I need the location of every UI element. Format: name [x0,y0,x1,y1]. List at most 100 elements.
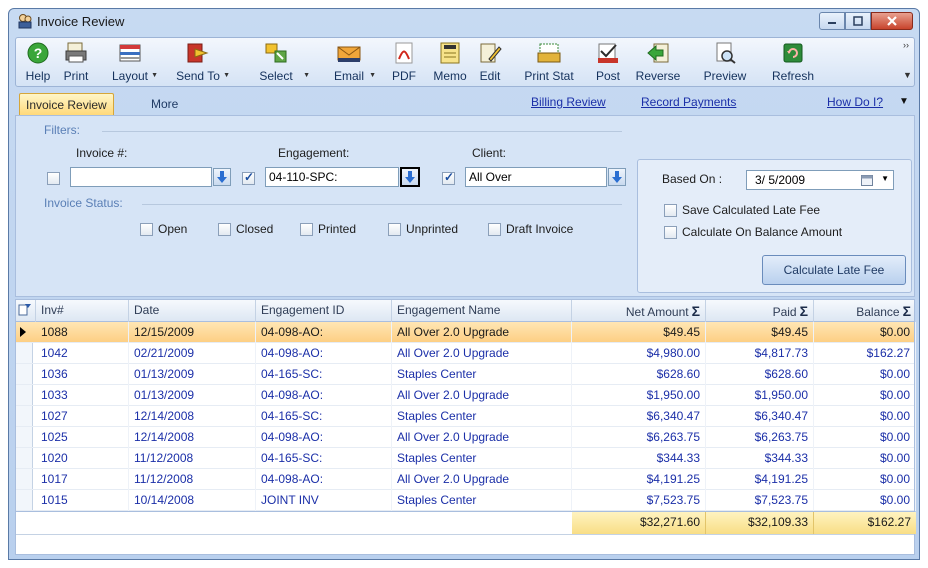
select-dropdown-icon[interactable]: ▼ [303,72,310,79]
email-button[interactable]: Email ▼ [322,40,376,86]
cell-engagement-id[interactable]: 04-098-AO: [256,322,392,343]
cell-net-amount[interactable]: $7,523.75 [572,490,706,511]
column-header-engagement-name[interactable]: Engagement Name [392,300,572,322]
calculate-late-fee-button[interactable]: Calculate Late Fee [762,255,906,285]
cell-paid[interactable]: $4,817.73 [706,343,814,364]
cell-balance[interactable]: $0.00 [814,364,916,385]
client-input[interactable]: All Over [465,167,607,187]
cell-date[interactable]: 01/13/2009 [129,364,256,385]
memo-button[interactable]: Memo [428,40,472,86]
send-to-button[interactable]: Send To ▼ [166,40,230,86]
cell-date[interactable]: 02/21/2009 [129,343,256,364]
refresh-button[interactable]: Refresh [764,40,822,86]
pdf-button[interactable]: PDF [382,40,426,86]
column-header-date[interactable]: Date [129,300,256,322]
column-header-balance[interactable]: Balance Σ [814,300,916,322]
calendar-icon[interactable] [861,174,873,186]
status-open-checkbox[interactable] [140,223,153,236]
column-header-net-amount[interactable]: Net Amount Σ [572,300,706,322]
table-row[interactable]: 1020 11/12/2008 04-165-SC: Staples Center $3… [16,448,916,469]
table-row[interactable]: 1015 10/14/2008 JOINT INV Staples Center $7,… [16,490,916,511]
status-printed-checkbox[interactable] [300,223,313,236]
edit-button[interactable]: Edit [472,40,508,86]
column-chooser-button[interactable] [16,300,36,322]
cell-inv[interactable]: 1036 [36,364,129,385]
billing-review-link[interactable]: Billing Review [531,95,606,109]
cell-inv[interactable]: 1015 [36,490,129,511]
tab-more[interactable]: More [145,93,184,115]
cell-engagement-id[interactable]: 04-165-SC: [256,448,392,469]
cell-balance[interactable]: $0.00 [814,322,916,343]
cell-paid[interactable]: $7,523.75 [706,490,814,511]
cell-net-amount[interactable]: $628.60 [572,364,706,385]
cell-engagement-name[interactable]: Staples Center [392,448,572,469]
cell-engagement-name[interactable]: All Over 2.0 Upgrade [392,343,572,364]
cell-net-amount[interactable]: $4,191.25 [572,469,706,490]
save-late-fee-checkbox[interactable] [664,204,677,217]
engagement-input[interactable]: 04-110-SPC: [265,167,399,187]
print-stat-button[interactable]: Print Stat [518,40,580,86]
invoice-number-input[interactable] [70,167,212,187]
cell-inv[interactable]: 1033 [36,385,129,406]
cell-inv[interactable]: 1088 [36,322,129,343]
cell-engagement-name[interactable]: All Over 2.0 Upgrade [392,469,572,490]
cell-engagement-id[interactable]: 04-165-SC: [256,406,392,427]
cell-balance[interactable]: $0.00 [814,427,916,448]
cell-date[interactable]: 12/14/2008 [129,427,256,448]
cell-date[interactable]: 11/12/2008 [129,469,256,490]
send-to-dropdown-icon[interactable]: ▼ [223,72,230,79]
cell-date[interactable]: 01/13/2009 [129,385,256,406]
cell-engagement-id[interactable]: 04-098-AO: [256,469,392,490]
cell-engagement-name[interactable]: Staples Center [392,406,572,427]
cell-balance[interactable]: $162.27 [814,343,916,364]
invoice-number-checkbox[interactable] [47,172,60,185]
cell-paid[interactable]: $4,191.25 [706,469,814,490]
date-dropdown-icon[interactable]: ▼ [881,174,889,183]
help-button[interactable]: ? Help [20,40,56,86]
cell-engagement-id[interactable]: 04-098-AO: [256,385,392,406]
cell-inv[interactable]: 1042 [36,343,129,364]
engagement-lookup-button[interactable] [400,167,420,187]
cell-net-amount[interactable]: $6,263.75 [572,427,706,448]
cell-engagement-id[interactable]: 04-098-AO: [256,343,392,364]
cell-net-amount[interactable]: $1,950.00 [572,385,706,406]
cell-engagement-name[interactable]: Staples Center [392,364,572,385]
cell-balance[interactable]: $0.00 [814,406,916,427]
cell-engagement-id[interactable]: 04-098-AO: [256,427,392,448]
cell-inv[interactable]: 1027 [36,406,129,427]
status-closed-checkbox[interactable] [218,223,231,236]
close-button[interactable] [871,12,913,30]
column-header-inv[interactable]: Inv# [36,300,129,322]
cell-paid[interactable]: $49.45 [706,322,814,343]
email-dropdown-icon[interactable]: ▼ [369,72,376,79]
tab-invoice-review[interactable]: Invoice Review [19,93,114,115]
cell-engagement-name[interactable]: All Over 2.0 Upgrade [392,385,572,406]
column-header-paid[interactable]: Paid Σ [706,300,814,322]
cell-paid[interactable]: $628.60 [706,364,814,385]
cell-net-amount[interactable]: $4,980.00 [572,343,706,364]
status-draft-checkbox[interactable] [488,223,501,236]
cell-inv[interactable]: 1020 [36,448,129,469]
client-lookup-button[interactable] [608,168,626,186]
toolbar-overflow-icon[interactable]: ›› [903,40,911,50]
cell-engagement-name[interactable]: All Over 2.0 Upgrade [392,427,572,448]
cell-engagement-id[interactable]: 04-165-SC: [256,364,392,385]
record-payments-link[interactable]: Record Payments [641,95,736,109]
how-do-i-link[interactable]: How Do I? [827,95,883,109]
cell-inv[interactable]: 1025 [36,427,129,448]
cell-paid[interactable]: $344.33 [706,448,814,469]
table-row[interactable]: 1042 02/21/2009 04-098-AO: All Over 2.0 Upg… [16,343,916,364]
cell-date[interactable]: 11/12/2008 [129,448,256,469]
cell-balance[interactable]: $0.00 [814,469,916,490]
table-row[interactable]: 1027 12/14/2008 04-165-SC: Staples Center $6… [16,406,916,427]
how-do-i-dropdown-icon[interactable]: ▼ [899,96,909,107]
cell-engagement-id[interactable]: JOINT INV [256,490,392,511]
cell-paid[interactable]: $6,263.75 [706,427,814,448]
based-on-date-input[interactable]: 3/ 5/2009 ▼ [746,170,894,190]
cell-inv[interactable]: 1017 [36,469,129,490]
column-header-engagement-id[interactable]: Engagement ID [256,300,392,322]
table-row[interactable]: 1025 12/14/2008 04-098-AO: All Over 2.0 Upg… [16,427,916,448]
cell-net-amount[interactable]: $6,340.47 [572,406,706,427]
engagement-checkbox[interactable] [242,170,255,185]
balance-amount-checkbox[interactable] [664,226,677,239]
